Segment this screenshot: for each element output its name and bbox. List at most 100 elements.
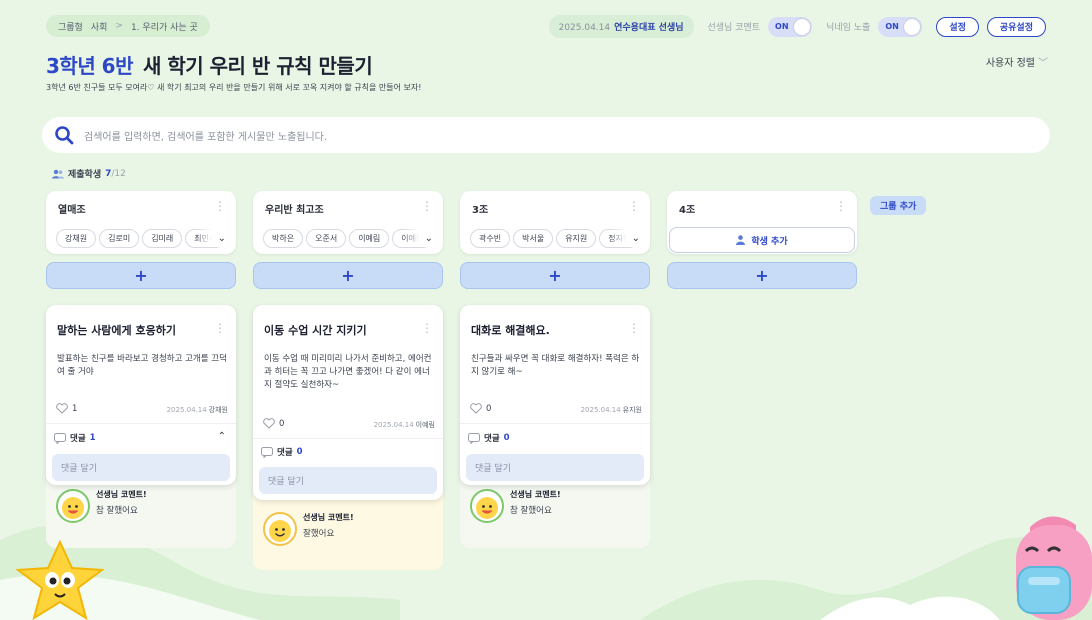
heart-icon	[470, 403, 482, 414]
group-name: 4조	[679, 205, 696, 216]
more-options-icon[interactable]: ⋮	[214, 200, 226, 212]
teacher-comment-box: 선생님 코멘트! 잘했어요	[253, 490, 443, 570]
member-chip: 유지원	[556, 229, 597, 248]
add-post-button[interactable]: +	[460, 262, 650, 289]
more-options-icon[interactable]: ⋮	[421, 200, 433, 212]
like-button[interactable]: 0	[470, 403, 491, 414]
search-input[interactable]: 검색어를 입력하면, 검색어를 포함한 게시물만 노출됩니다.	[84, 128, 327, 143]
add-post-button[interactable]: +	[253, 262, 443, 289]
more-options-icon[interactable]: ⋮	[421, 322, 433, 334]
like-button[interactable]: 1	[56, 403, 77, 414]
class-name: 3학년 6반	[46, 54, 134, 78]
group-card: 4조 ⋮ 학생 추가	[667, 191, 857, 254]
teacher-comment-box: 선생님 코멘트! 참 잘했어요	[460, 475, 650, 548]
comment-count: 0	[296, 447, 303, 457]
add-post-button[interactable]: +	[46, 262, 236, 289]
post-body: 이동 수업 때 미리미리 나가서 준비하고, 에어컨과 히터는 꼭 끄고 나가면…	[264, 354, 432, 390]
post-content[interactable]: 대화로 해결해요. ⋮ 친구들과 싸우면 꼭 대화로 해결하자! 폭력은 하지 …	[460, 305, 650, 485]
post-body: 발표하는 친구를 바라보고 경청하고 고개를 끄덕여 줄 거야	[57, 354, 227, 377]
breadcrumb-separator-icon: >	[115, 21, 123, 31]
comment-label: 댓글	[70, 434, 86, 444]
comment-count: 1	[89, 433, 96, 443]
post-card: 선생님 코멘트! 참 잘했어요 말하는 사람에게 호응하기 ⋮ 발표하는 친구를 …	[46, 305, 236, 548]
teacher-comment-box: 선생님 코멘트! 참 잘했어요	[46, 475, 236, 548]
member-chips: 곽수빈 박서울 유지원 정지민 ⌄	[470, 229, 640, 248]
share-settings-button[interactable]: 공유설정	[986, 16, 1046, 37]
backpack-character-icon	[1016, 516, 1092, 620]
post-card: 선생님 코멘트! 잘했어요 이동 수업 시간 지키기 ⋮ 이동 수업 때 미리미리…	[253, 305, 443, 570]
like-button[interactable]: 0	[263, 418, 284, 429]
divider	[253, 438, 443, 439]
settings-button[interactable]: 설정	[936, 16, 979, 37]
teacher-comment-toggle[interactable]: ON	[768, 16, 813, 37]
post-content[interactable]: 이동 수업 시간 지키기 ⋮ 이동 수업 때 미리미리 나가서 준비하고, 에어…	[253, 305, 443, 500]
submission-label: 제출학생	[68, 170, 102, 180]
more-options-icon[interactable]: ⋮	[214, 322, 226, 334]
group-name: 우리반 최고조	[265, 205, 324, 216]
top-bar: 그룹형 사회 > 1. 우리가 사는 곳 2025.04.14 연수용대표 선생님…	[46, 15, 1046, 38]
breadcrumb-type[interactable]: 그룹형	[58, 20, 83, 33]
divider	[46, 423, 236, 424]
comment-input[interactable]: 댓글 달기	[466, 454, 644, 481]
smiley-badge-icon	[56, 489, 90, 523]
comment-icon	[261, 446, 273, 458]
member-chip: 김미래	[142, 229, 183, 248]
post-author: 강채원	[208, 406, 228, 414]
search-bar[interactable]: 검색어를 입력하면, 검색어를 포함한 게시물만 노출됩니다.	[42, 117, 1050, 153]
post-title: 대화로 해결해요.	[471, 324, 550, 337]
chevron-up-icon[interactable]: ⌃	[218, 431, 226, 442]
star-character-icon	[15, 540, 105, 620]
expand-members-icon[interactable]: ⌄	[403, 229, 433, 247]
comment-input[interactable]: 댓글 달기	[52, 454, 230, 481]
submission-status: 제출학생 7/12	[52, 167, 126, 180]
post-meta: 2025.04.14 강채원	[167, 405, 228, 415]
more-options-icon[interactable]: ⋮	[628, 322, 640, 334]
expand-members-icon[interactable]: ⌄	[610, 229, 640, 247]
group-name: 3조	[472, 205, 489, 216]
post-meta: 2025.04.14 유지원	[581, 405, 642, 415]
divider	[460, 423, 650, 424]
expand-members-icon[interactable]: ⌄	[196, 229, 226, 247]
like-count: 1	[72, 403, 78, 414]
member-chip: 박서울	[513, 229, 554, 248]
post-meta: 2025.04.14 이예림	[374, 420, 435, 430]
teacher-comment-text: 잘했어요	[303, 529, 335, 539]
author-name: 연수용대표 선생님	[614, 23, 684, 33]
comment-icon	[54, 432, 66, 444]
comments-toggle[interactable]: 댓글 1	[54, 432, 96, 444]
comment-input[interactable]: 댓글 달기	[259, 467, 437, 494]
post-title: 이동 수업 시간 지키기	[264, 324, 367, 337]
comments-toggle[interactable]: 댓글 0	[261, 446, 303, 458]
post-date: 2025.04.14	[166, 406, 207, 414]
heart-icon	[263, 418, 275, 429]
add-post-button[interactable]: +	[667, 262, 857, 289]
comments-toggle[interactable]: 댓글 0	[468, 432, 510, 444]
add-student-label: 학생 추가	[751, 236, 788, 247]
member-chips: 강채원 김로미 김미래 최민서 ⌄	[56, 229, 226, 248]
like-count: 0	[279, 418, 285, 429]
breadcrumb-unit[interactable]: 1. 우리가 사는 곳	[131, 20, 198, 33]
teacher-comment-title: 선생님 코멘트!	[303, 513, 354, 522]
member-chip: 이예림	[349, 229, 390, 248]
member-chip: 강채원	[56, 229, 97, 248]
post-content[interactable]: 말하는 사람에게 호응하기 ⋮ 발표하는 친구를 바라보고 경청하고 고개를 끄…	[46, 305, 236, 485]
add-student-button[interactable]: 학생 추가	[669, 227, 855, 253]
post-author: 유지원	[622, 406, 642, 414]
add-group-button[interactable]: 그룹 추가	[870, 196, 927, 215]
group-card: 열매조 ⋮ 강채원 김로미 김미래 최민서 ⌄	[46, 191, 236, 254]
post-date: 2025.04.14	[373, 421, 414, 429]
heart-icon	[56, 403, 68, 414]
smiley-badge-icon	[470, 489, 504, 523]
more-options-icon[interactable]: ⋮	[628, 200, 640, 212]
more-options-icon[interactable]: ⋮	[835, 200, 847, 212]
group-card: 우리반 최고조 ⋮ 박하은 오준서 이예림 이예린 ⌄	[253, 191, 443, 254]
teacher-comment-text: 참 잘했어요	[510, 506, 552, 516]
date-author-pill: 2025.04.14 연수용대표 선생님	[548, 15, 694, 38]
comment-count: 0	[503, 433, 510, 443]
nickname-toggle[interactable]: ON	[878, 16, 923, 37]
breadcrumb-category[interactable]: 사회	[91, 20, 108, 33]
teacher-comment-label: 선생님 코멘트	[707, 23, 761, 33]
nickname-label: 닉네임 노출	[826, 23, 871, 33]
member-chip: 곽수빈	[470, 229, 511, 248]
sort-dropdown[interactable]: 사용자 정렬 ﹀	[986, 54, 1048, 69]
